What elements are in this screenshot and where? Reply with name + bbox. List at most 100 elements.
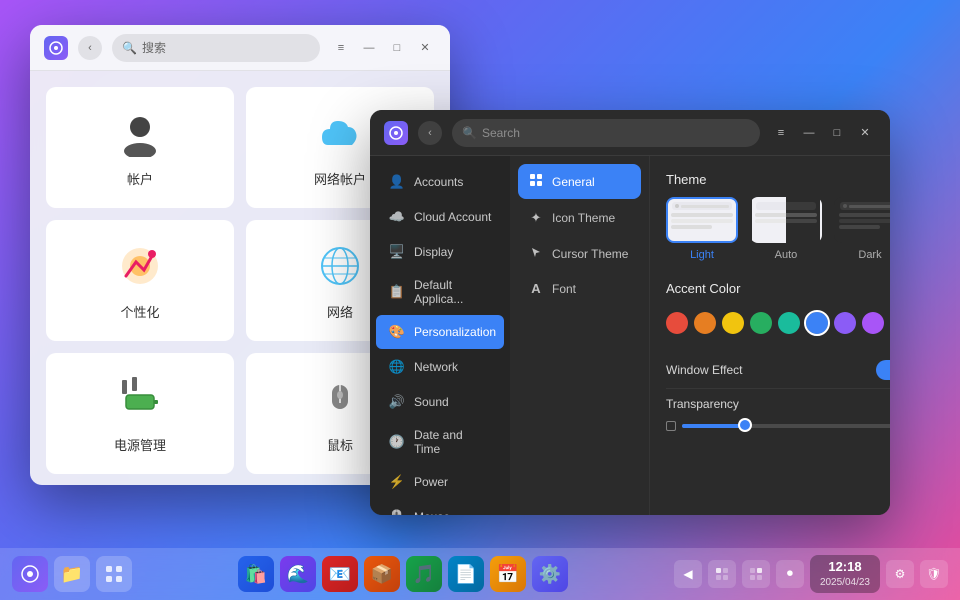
desktop: ‹ 🔍 搜索 ≡ — □ ✕ 帐户 [0,0,960,600]
sidebar-item-cloud-account[interactable]: ☁️ Cloud Account [376,200,504,234]
back-button-dark[interactable]: ‹ [418,121,442,145]
system-settings-tray[interactable]: ⚙ [886,560,914,588]
sub-item-icon-theme[interactable]: ✦ Icon Theme [518,201,641,235]
transparency-slider[interactable] [682,424,890,428]
sub-item-general[interactable]: General [518,164,641,199]
taskbar: 📁 🛍️ 🌊 📧 📦 [0,548,960,600]
clock-date: 2025/04/23 [820,576,870,589]
accent-yellow[interactable] [722,312,744,334]
menu-button[interactable]: ≡ [330,37,352,59]
workspace1-button[interactable] [708,560,736,588]
accent-section-title: Accent Color [666,281,890,296]
shield-tray[interactable]: 🛡 [920,560,948,588]
minimize-button-dark[interactable]: — [798,122,820,144]
accent-pink[interactable] [862,312,884,334]
sub-item-font[interactable]: A Font [518,272,641,305]
screen-record-button[interactable]: ⏺ [776,560,804,588]
menu-button-dark[interactable]: ≡ [770,122,792,144]
network-sidebar-icon: 🌐 [388,358,406,376]
cursor-theme-sub-label: Cursor Theme [552,247,628,261]
default-apps-sidebar-label: Default Applica... [414,278,492,306]
window-effect-label: Window Effect [666,363,742,377]
theme-option-light[interactable]: Light [666,197,738,261]
sidebar-item-sound[interactable]: 🔊 Sound [376,385,504,419]
default-apps-sidebar-icon: 📋 [388,283,406,301]
power-sidebar-icon: ⚡ [388,473,406,491]
taskbar-apps-button[interactable] [96,556,132,592]
search-icon: 🔍 [122,41,137,55]
transparency-thumb[interactable] [738,418,752,432]
sidebar-item-display[interactable]: 🖥️ Display [376,235,504,269]
sidebar-item-mouse[interactable]: 🖱️ Mouse [376,500,504,515]
launcher-button[interactable] [12,556,48,592]
accent-red[interactable] [666,312,688,334]
window-effect-row: Window Effect [666,352,890,389]
accounts-sidebar-label: Accounts [414,175,463,189]
clock-widget[interactable]: 12:18 2025/04/23 [810,555,880,593]
general-sub-label: General [552,175,595,189]
taskbar-files-button[interactable]: 📁 [54,556,90,592]
settings-item-accounts[interactable]: 帐户 [46,87,234,208]
theme-preview-light [666,197,738,243]
accent-orange[interactable] [694,312,716,334]
main-sidebar: 👤 Accounts ☁️ Cloud Account 🖥️ Display 📋… [370,156,510,515]
settings-item-personalization[interactable]: 个性化 [46,220,234,341]
maximize-button[interactable]: □ [386,37,408,59]
back-button[interactable]: ‹ [78,36,102,60]
sidebar-item-datetime[interactable]: 🕐 Date and Time [376,420,504,464]
accent-blue[interactable] [806,312,828,334]
font-sub-icon: A [528,281,544,296]
power-label: 电源管理 [114,435,166,454]
theme-option-dark[interactable]: Dark [834,197,890,261]
app-logo-dark [384,121,408,145]
display-sidebar-icon: 🖥️ [388,243,406,261]
accounts-label: 帐户 [127,169,153,188]
taskbar-settings[interactable]: ⚙️ [532,556,568,592]
sidebar-item-network[interactable]: 🌐 Network [376,350,504,384]
taskbar-music[interactable]: 🎵 [406,556,442,592]
email-icon: 📧 [329,564,351,585]
search-placeholder: 搜索 [142,39,166,56]
sidebar-item-default-apps[interactable]: 📋 Default Applica... [376,270,504,314]
taskbar-reader[interactable]: 📄 [448,556,484,592]
workspace2-button[interactable] [742,560,770,588]
cloud-label: 网络帐户 [314,169,366,188]
sub-item-cursor-theme[interactable]: Cursor Theme [518,237,641,270]
window-effect-toggle[interactable] [876,360,890,380]
taskbar-archive[interactable]: 📦 [364,556,400,592]
transparency-slider-container [666,419,890,441]
accent-teal[interactable] [778,312,800,334]
power-icon [114,373,166,425]
transparency-label: Transparency [666,397,739,411]
taskbar-calendar[interactable]: 📅 [490,556,526,592]
power-sidebar-label: Power [414,475,448,489]
taskbar-store[interactable]: 🛍️ [238,556,274,592]
maximize-button-dark[interactable]: □ [826,122,848,144]
cloud-sidebar-icon: ☁️ [388,208,406,226]
titlebar-chinese: ‹ 🔍 搜索 ≡ — □ ✕ [30,25,450,71]
taskbar-email[interactable]: 📧 [322,556,358,592]
personalization-sidebar-label: Personalization [414,325,496,339]
prev-workspace-button[interactable]: ◀ [674,560,702,588]
sidebar-item-power[interactable]: ⚡ Power [376,465,504,499]
settings-item-power[interactable]: 电源管理 [46,353,234,474]
theme-option-auto[interactable]: Auto [750,197,822,261]
close-button-dark[interactable]: ✕ [854,122,876,144]
search-bar-chinese[interactable]: 🔍 搜索 [112,34,320,62]
sidebar-item-personalization[interactable]: 🎨 Personalization [376,315,504,349]
close-button[interactable]: ✕ [414,37,436,59]
accent-green[interactable] [750,312,772,334]
theme-preview-auto [750,197,822,243]
accounts-sidebar-icon: 👤 [388,173,406,191]
search-bar-dark[interactable]: 🔍 Search [452,119,760,147]
mouse-icon [314,373,366,425]
sound-sidebar-icon: 🔊 [388,393,406,411]
minimize-button[interactable]: — [358,37,380,59]
sidebar-item-accounts[interactable]: 👤 Accounts [376,165,504,199]
cursor-theme-sub-icon [528,246,544,261]
accent-purple[interactable] [834,312,856,334]
search-icon-dark: 🔍 [462,126,477,140]
taskbar-browser[interactable]: 🌊 [280,556,316,592]
theme-dark-label: Dark [858,249,881,261]
theme-preview-dark [834,197,890,243]
